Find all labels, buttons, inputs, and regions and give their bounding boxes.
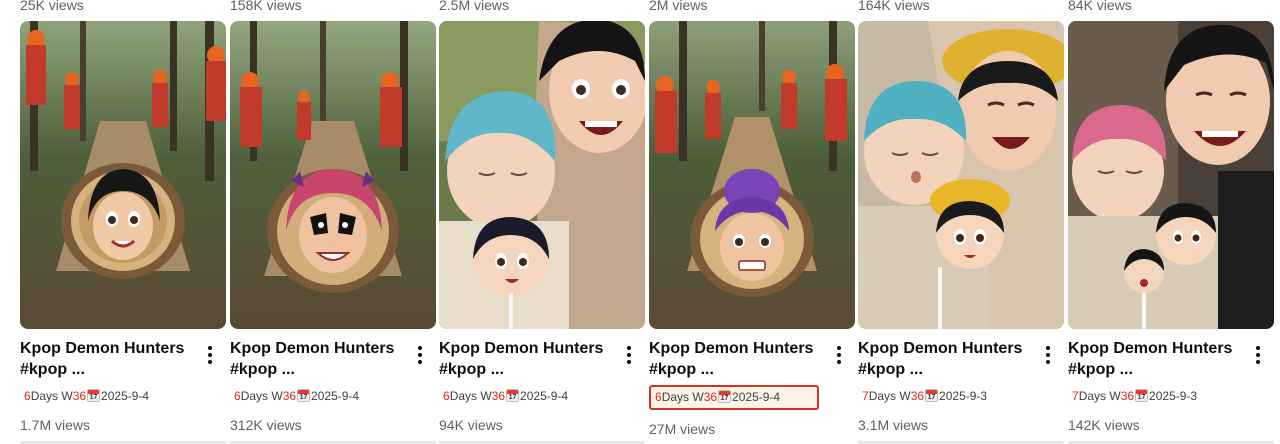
- top-views-5: 164K views: [858, 0, 930, 13]
- video-title[interactable]: Kpop Demon Hunters #kpop ...: [858, 338, 1030, 380]
- top-views-6: 84K views: [1068, 0, 1132, 13]
- view-count: 312K views: [230, 417, 302, 433]
- video-thumbnail[interactable]: [439, 21, 645, 329]
- video-title-line1: Kpop Demon Hunters: [20, 340, 185, 357]
- video-title-line1: Kpop Demon Hunters: [439, 340, 604, 357]
- video-card[interactable]: Kpop Demon Hunters #kpop ... 7Days W36 17…: [1068, 21, 1274, 444]
- calendar-icon: 17: [925, 389, 939, 402]
- video-card[interactable]: Kpop Demon Hunters #kpop ... 6Days W36 17…: [230, 21, 436, 444]
- video-card[interactable]: Kpop Demon Hunters #kpop ... 6Days W36 17…: [439, 21, 645, 444]
- video-title-line2: #kpop ...: [1068, 361, 1133, 378]
- top-views-3: 2.5M views: [439, 0, 510, 13]
- video-metadata: 7Days W36 17 2025-9-3: [862, 389, 988, 403]
- more-vert-icon[interactable]: [619, 343, 639, 367]
- previous-row-views: 25K views 158K views 2.5M views 2M views…: [0, 0, 1280, 14]
- more-vert-icon[interactable]: [829, 343, 849, 367]
- video-title[interactable]: Kpop Demon Hunters #kpop ...: [439, 338, 611, 380]
- more-vert-icon[interactable]: [200, 343, 220, 367]
- top-views-2: 158K views: [230, 0, 302, 13]
- video-title-line1: Kpop Demon Hunters: [1068, 340, 1233, 357]
- top-views-1: 25K views: [20, 0, 84, 13]
- video-thumbnail[interactable]: [230, 21, 436, 329]
- video-metadata-highlighted: 6Days W36 17 2025-9-4: [649, 385, 819, 410]
- video-metadata: 6Days W36 17 2025-9-4: [24, 389, 150, 403]
- video-card[interactable]: Kpop Demon Hunters #kpop ... 6Days W36 17…: [649, 21, 855, 444]
- view-count: 3.1M views: [858, 417, 929, 433]
- video-title[interactable]: Kpop Demon Hunters #kpop ...: [649, 338, 821, 380]
- video-metadata: 7Days W36 17 2025-9-3: [1072, 389, 1198, 403]
- view-count: 94K views: [439, 417, 503, 433]
- more-vert-icon[interactable]: [1038, 343, 1058, 367]
- calendar-icon: 17: [87, 389, 101, 402]
- video-title[interactable]: Kpop Demon Hunters #kpop ...: [20, 338, 192, 380]
- thumbnail-image: [649, 21, 855, 329]
- thumbnail-image: [230, 21, 436, 329]
- more-vert-icon[interactable]: [410, 343, 430, 367]
- video-metadata: 6Days W36 17 2025-9-4: [234, 389, 360, 403]
- video-metadata: 6Days W36 17 2025-9-4: [443, 389, 569, 403]
- video-title-line2: #kpop ...: [20, 361, 85, 378]
- top-views-4: 2M views: [649, 0, 708, 13]
- view-count: 1.7M views: [20, 417, 91, 433]
- view-count: 27M views: [649, 421, 716, 437]
- calendar-icon: 17: [506, 389, 520, 402]
- view-count: 142K views: [1068, 417, 1140, 433]
- video-title[interactable]: Kpop Demon Hunters #kpop ...: [1068, 338, 1240, 380]
- video-card[interactable]: Kpop Demon Hunters #kpop ... 6Days W36 17…: [20, 21, 226, 444]
- thumbnail-image: [439, 21, 645, 329]
- video-thumbnail[interactable]: [649, 21, 855, 329]
- thumbnail-image: [20, 21, 226, 329]
- video-card[interactable]: Kpop Demon Hunters #kpop ... 7Days W36 17…: [858, 21, 1064, 444]
- video-title-line1: Kpop Demon Hunters: [230, 340, 395, 357]
- video-title-line2: #kpop ...: [230, 361, 295, 378]
- calendar-icon: 17: [718, 390, 732, 403]
- video-thumbnail[interactable]: [858, 21, 1064, 329]
- video-thumbnail[interactable]: [20, 21, 226, 329]
- video-title-line2: #kpop ...: [649, 361, 714, 378]
- thumbnail-image: [858, 21, 1064, 329]
- video-title-line1: Kpop Demon Hunters: [858, 340, 1023, 357]
- thumbnail-image: [1068, 21, 1274, 329]
- calendar-icon: 17: [1135, 389, 1149, 402]
- video-title[interactable]: Kpop Demon Hunters #kpop ...: [230, 338, 402, 380]
- video-title-line1: Kpop Demon Hunters: [649, 340, 814, 357]
- more-vert-icon[interactable]: [1248, 343, 1268, 367]
- video-title-line2: #kpop ...: [439, 361, 504, 378]
- calendar-icon: 17: [297, 389, 311, 402]
- video-title-line2: #kpop ...: [858, 361, 923, 378]
- video-thumbnail[interactable]: [1068, 21, 1274, 329]
